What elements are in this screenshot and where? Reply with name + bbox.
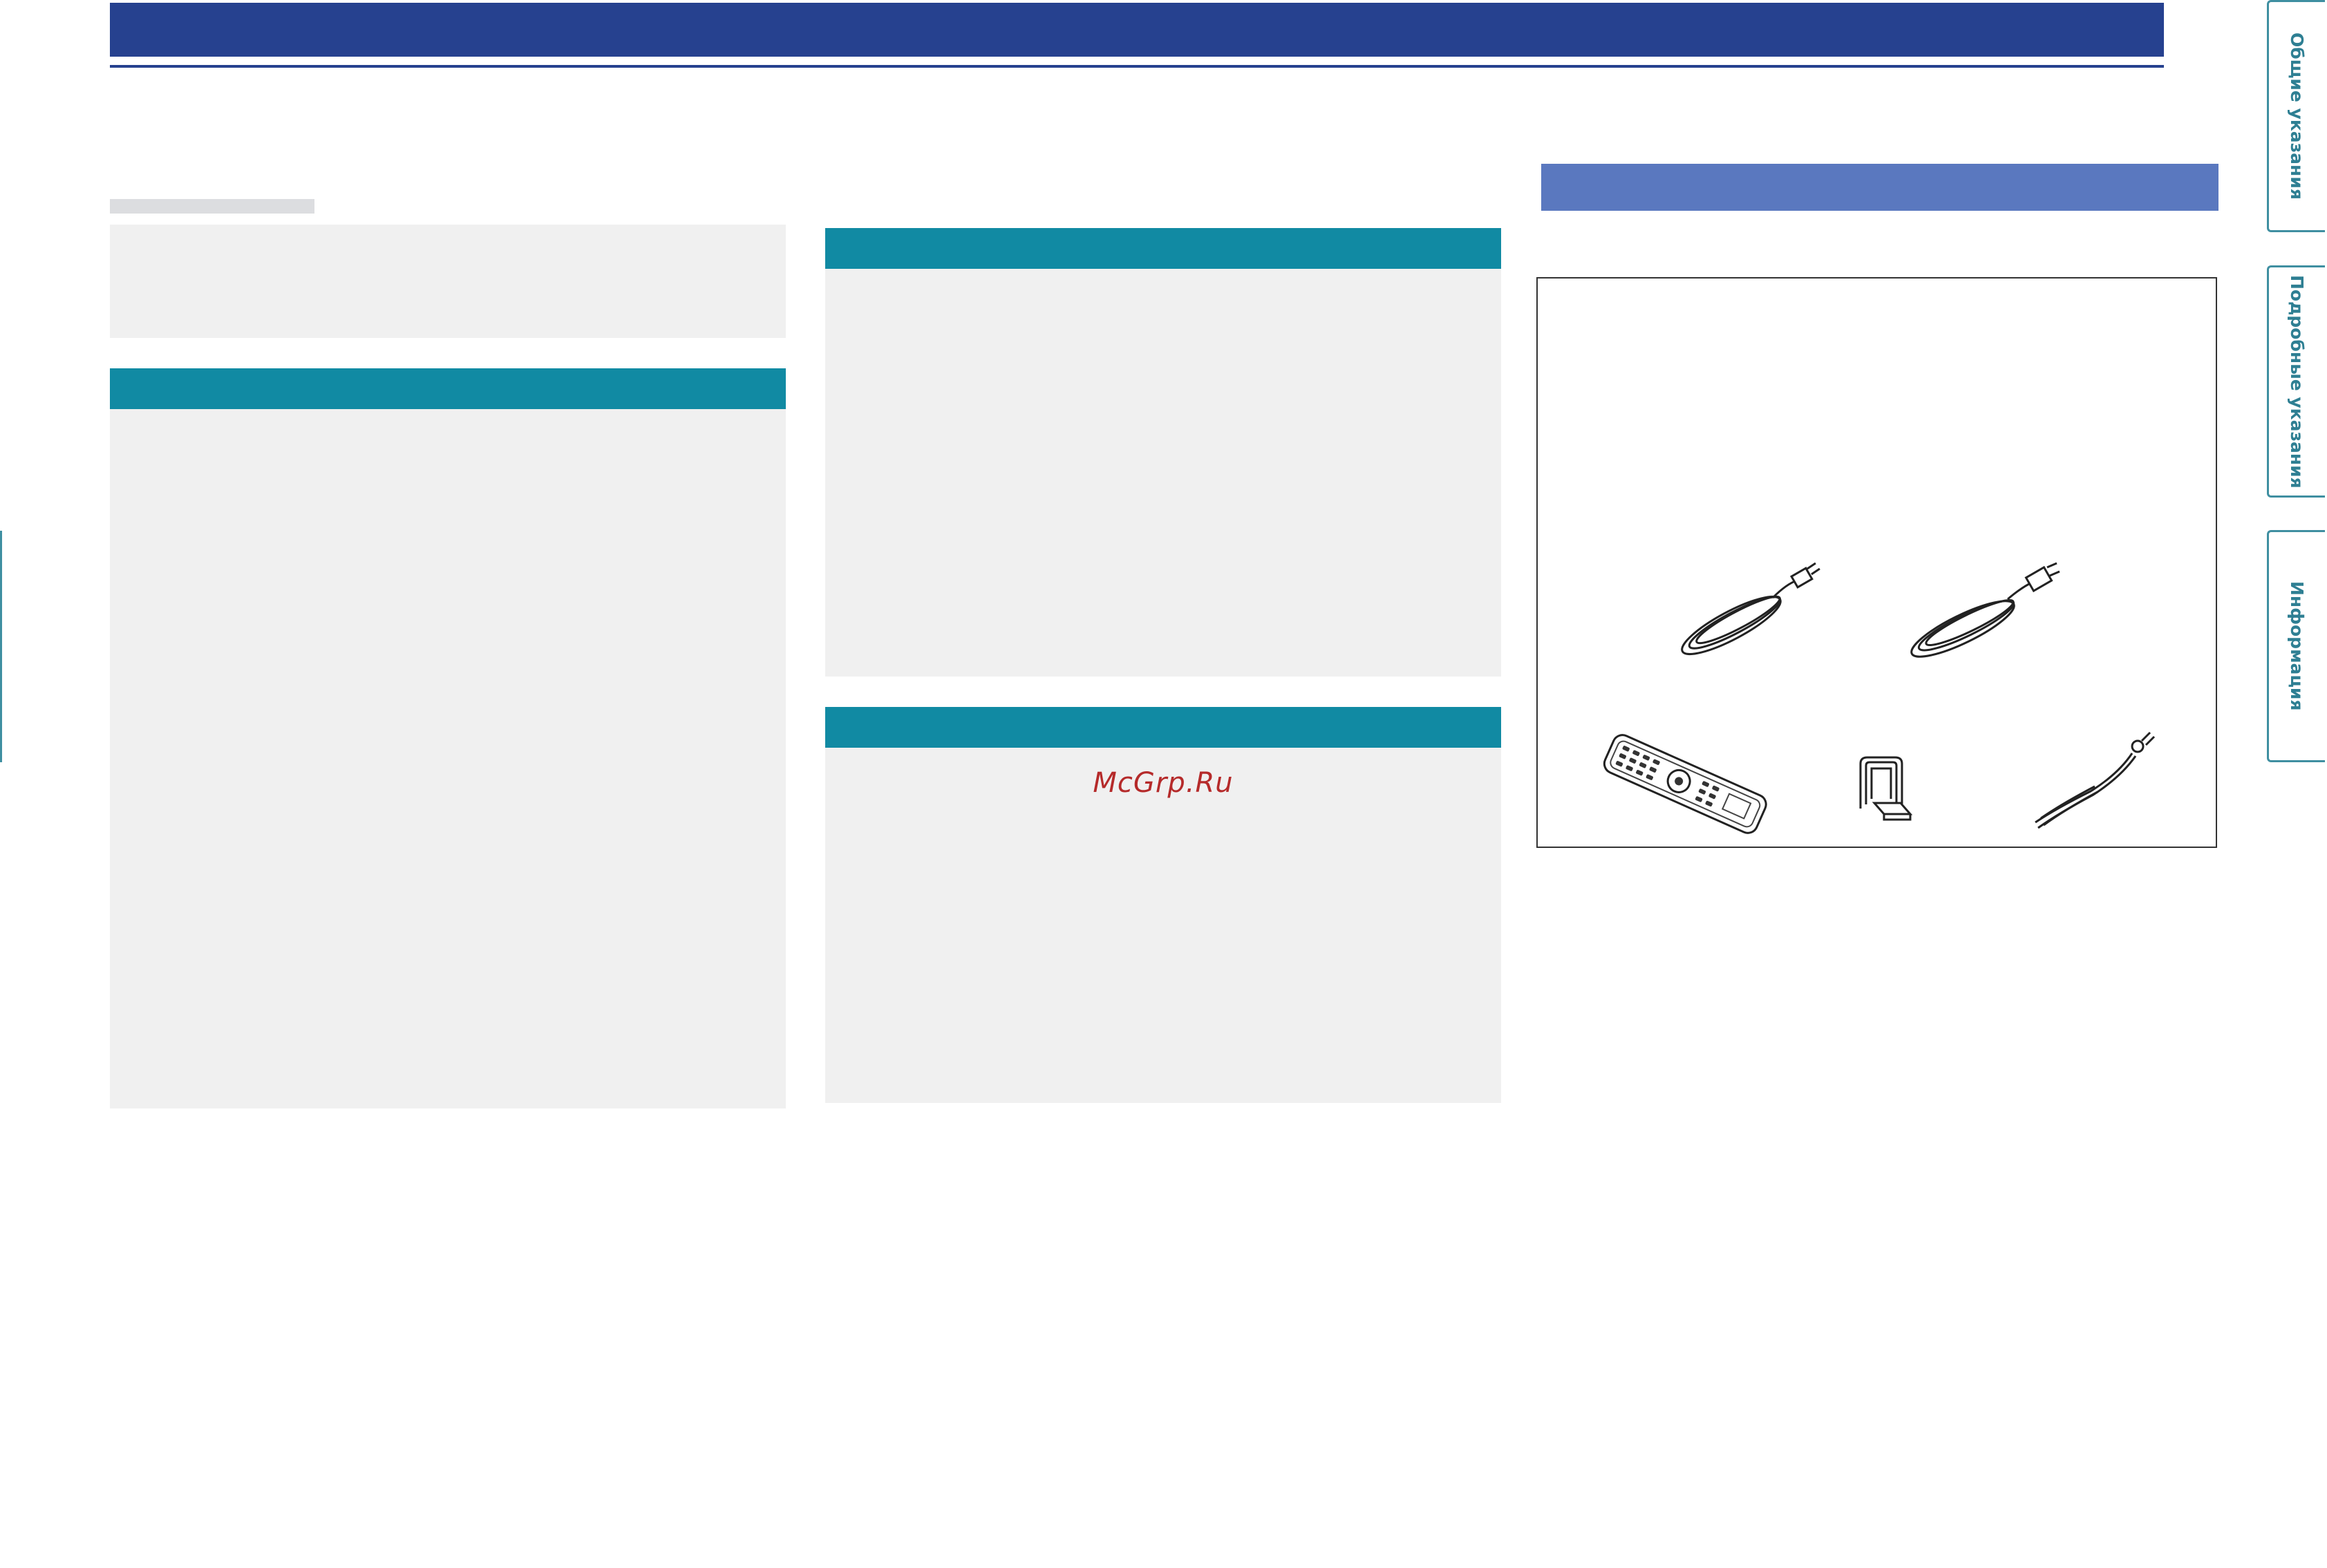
accessories-title-bar	[1541, 164, 2218, 211]
content-panel-2	[110, 409, 786, 1108]
section-header-bar-3	[825, 707, 1501, 748]
fm-antenna-icon	[2035, 731, 2156, 829]
side-tab-general[interactable]: Общие указания	[2267, 0, 2325, 232]
side-tab-label: Информация	[2287, 581, 2307, 711]
left-edge-marker	[0, 531, 2, 762]
section-header-bar-1	[110, 368, 786, 409]
section-header-bar-2	[825, 228, 1501, 269]
side-tab-label: Общие указания	[2287, 32, 2307, 200]
content-panel-1	[110, 225, 786, 338]
content-panel-3	[825, 269, 1501, 677]
remote-control-icon	[1603, 734, 1767, 834]
side-tab-information[interactable]: Информация	[2267, 530, 2325, 762]
side-tab-detailed[interactable]: Подробные указания	[2267, 265, 2325, 498]
header-rule	[110, 65, 2164, 68]
header-bar	[110, 3, 2164, 57]
side-tab-label: Подробные указания	[2287, 274, 2307, 489]
loop-antenna-icon	[1859, 756, 1913, 821]
cable-icon	[1681, 562, 1820, 656]
content-panel-4	[825, 748, 1501, 1103]
section-label-placeholder	[110, 199, 314, 214]
cable-icon	[1910, 562, 2060, 658]
watermark-text: McGrp.Ru	[1093, 767, 1234, 799]
